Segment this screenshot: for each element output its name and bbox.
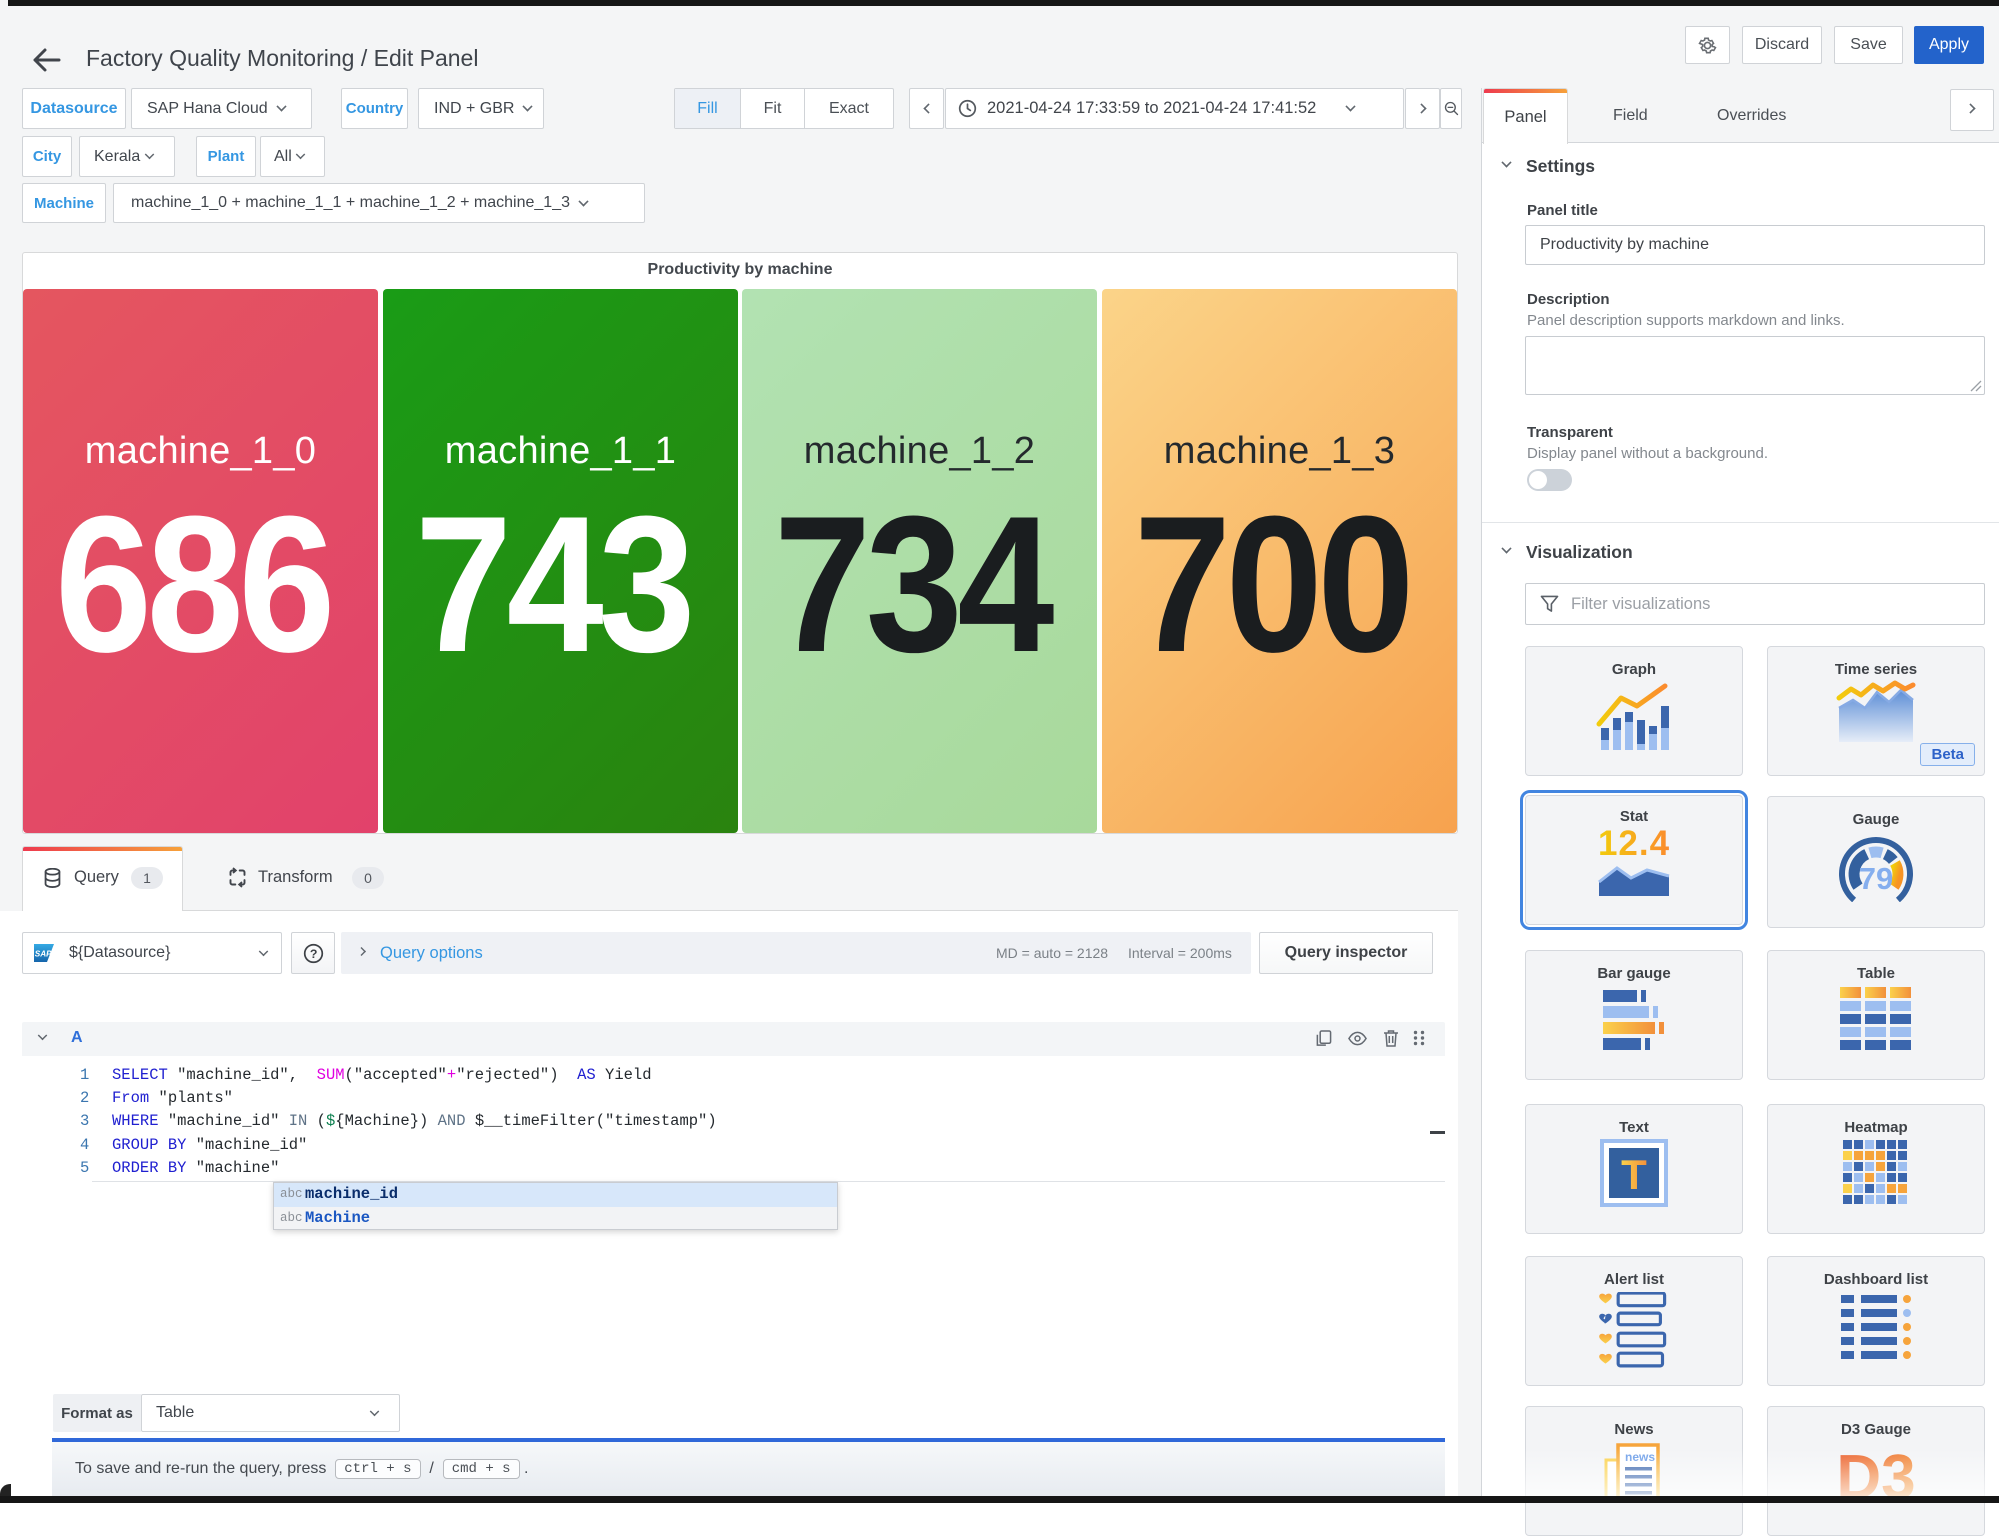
svg-text:SAP: SAP	[35, 950, 52, 959]
svg-text:?: ?	[309, 946, 317, 960]
svg-text:79: 79	[1859, 861, 1893, 896]
svg-text:T: T	[1621, 1151, 1647, 1198]
svg-text:news: news	[1625, 1450, 1655, 1464]
